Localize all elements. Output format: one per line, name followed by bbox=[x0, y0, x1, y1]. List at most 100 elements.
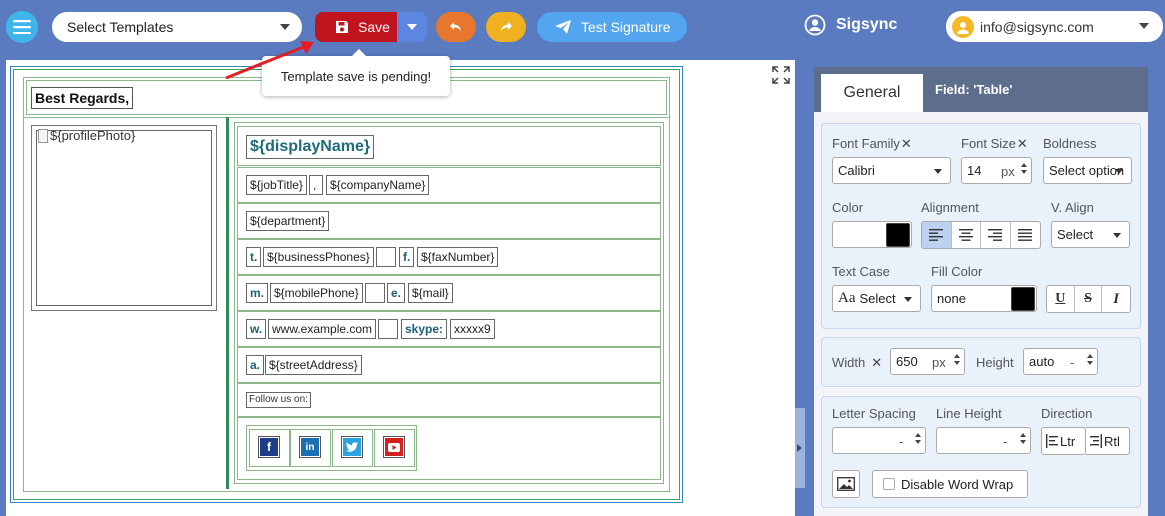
mobile-label[interactable]: m. bbox=[246, 283, 269, 303]
rtl-icon bbox=[1090, 434, 1102, 448]
height-label: Height bbox=[976, 355, 1014, 370]
stepper-icon[interactable] bbox=[1021, 163, 1027, 174]
disable-word-wrap-checkbox[interactable]: Disable Word Wrap bbox=[872, 470, 1028, 498]
company-name[interactable]: ${companyName} bbox=[326, 175, 430, 195]
font-size-label: Font Size✕ bbox=[961, 136, 1028, 151]
font-size-input[interactable]: 14 px bbox=[961, 157, 1032, 184]
profile-photo-text: ${profilePhoto} bbox=[50, 128, 136, 143]
profile-photo-alt: ${profilePhoto} bbox=[38, 128, 135, 143]
italic-button[interactable]: I bbox=[1102, 286, 1130, 312]
twitter-link[interactable] bbox=[341, 436, 363, 458]
background-image-button[interactable] bbox=[832, 470, 860, 498]
street-address[interactable]: ${streetAddress} bbox=[265, 355, 362, 375]
column-divider bbox=[226, 117, 229, 489]
align-justify-button[interactable] bbox=[1011, 222, 1040, 248]
width-label: Width ✕ bbox=[832, 355, 883, 370]
width-unit: px bbox=[932, 355, 946, 370]
color-label: Color bbox=[832, 200, 864, 215]
address-label[interactable]: a. bbox=[246, 355, 265, 375]
rtl-label: Rtl bbox=[1104, 433, 1120, 449]
mail[interactable]: ${mail} bbox=[408, 283, 453, 303]
font-family-select[interactable]: Calibri bbox=[832, 157, 951, 184]
save-button[interactable]: Save bbox=[315, 12, 397, 42]
save-options-button[interactable] bbox=[397, 12, 427, 42]
italic-icon: I bbox=[1113, 290, 1120, 307]
underline-button[interactable]: U bbox=[1047, 286, 1075, 312]
align-center-icon bbox=[958, 229, 973, 241]
display-name[interactable]: ${displayName} bbox=[246, 135, 375, 159]
boldness-select[interactable]: Select option bbox=[1043, 157, 1132, 184]
skype-label[interactable]: skype: bbox=[401, 319, 448, 339]
stepper-icon[interactable] bbox=[1087, 354, 1093, 365]
mobile-phone[interactable]: ${mobilePhone} bbox=[270, 283, 363, 303]
ltr-icon bbox=[1046, 434, 1058, 448]
strikethrough-button[interactable]: S bbox=[1075, 286, 1103, 312]
text-style-group: U S I bbox=[1046, 285, 1131, 313]
text-case-icon: Aa bbox=[838, 290, 856, 306]
empty-spacer[interactable] bbox=[376, 247, 396, 267]
test-signature-button[interactable]: Test Signature bbox=[537, 12, 687, 42]
alignment-group bbox=[921, 221, 1041, 249]
tab-general[interactable]: General bbox=[821, 74, 923, 112]
template-select-value: Select Templates bbox=[67, 19, 174, 35]
chevron-down-icon bbox=[1115, 169, 1123, 174]
text-case-value: Select bbox=[859, 291, 896, 306]
letter-spacing-input[interactable]: - bbox=[832, 427, 926, 454]
floppy-disk-icon bbox=[336, 21, 348, 33]
line-height-input[interactable]: - bbox=[936, 427, 1031, 454]
color-swatch[interactable] bbox=[886, 223, 910, 247]
youtube-link[interactable] bbox=[383, 436, 405, 458]
fax-number[interactable]: ${faxNumber} bbox=[417, 247, 499, 267]
panel-collapse-handle[interactable] bbox=[795, 408, 805, 488]
height-input[interactable]: auto - bbox=[1023, 348, 1098, 375]
comma-separator[interactable]: , bbox=[309, 175, 323, 195]
chevron-down-icon bbox=[407, 24, 417, 30]
empty-spacer[interactable] bbox=[378, 319, 398, 339]
height-unit: - bbox=[1070, 355, 1075, 370]
image-icon bbox=[837, 477, 855, 491]
skype[interactable]: xxxxx9 bbox=[450, 319, 495, 339]
profile-photo[interactable] bbox=[36, 130, 212, 306]
user-avatar-icon bbox=[957, 21, 969, 34]
facebook-link[interactable]: f bbox=[258, 436, 280, 458]
website-label[interactable]: w. bbox=[246, 319, 267, 339]
job-title[interactable]: ${jobTitle} bbox=[246, 175, 307, 195]
fax-label[interactable]: f. bbox=[399, 247, 415, 267]
undo-button[interactable] bbox=[436, 12, 476, 42]
stepper-icon[interactable] bbox=[915, 433, 921, 444]
menu-button[interactable] bbox=[6, 11, 38, 43]
align-right-button[interactable] bbox=[981, 222, 1011, 248]
align-left-icon bbox=[929, 229, 944, 241]
regards-text[interactable]: Best Regards, bbox=[31, 87, 134, 109]
underline-icon: U bbox=[1055, 291, 1066, 306]
align-center-button[interactable] bbox=[952, 222, 981, 248]
stepper-icon[interactable] bbox=[954, 354, 960, 365]
text-case-select[interactable]: Aa Select bbox=[832, 285, 921, 312]
valign-select[interactable]: Select bbox=[1051, 221, 1130, 248]
fullscreen-button[interactable] bbox=[770, 64, 792, 89]
email-label[interactable]: e. bbox=[387, 283, 406, 303]
clear-icon[interactable]: ✕ bbox=[871, 355, 882, 370]
stepper-icon[interactable] bbox=[1020, 433, 1026, 444]
linkedin-link[interactable]: in bbox=[299, 436, 321, 458]
website[interactable]: www.example.com bbox=[268, 319, 377, 339]
follow-us-text[interactable]: Follow us on: bbox=[246, 392, 311, 408]
width-input[interactable]: 650 px bbox=[890, 348, 965, 375]
ltr-button[interactable]: Ltr bbox=[1041, 427, 1086, 455]
fill-color-label: Fill Color bbox=[931, 264, 983, 279]
empty-spacer[interactable] bbox=[365, 283, 385, 303]
department[interactable]: ${department} bbox=[246, 211, 330, 231]
phone-label[interactable]: t. bbox=[246, 247, 262, 267]
clear-icon[interactable]: ✕ bbox=[901, 136, 912, 151]
account-dropdown[interactable]: info@sigsync.com bbox=[946, 11, 1163, 42]
rtl-button[interactable]: Rtl bbox=[1086, 427, 1130, 455]
redo-button[interactable] bbox=[486, 12, 526, 42]
align-justify-icon bbox=[1018, 229, 1033, 241]
align-right-icon bbox=[988, 229, 1003, 241]
clear-icon[interactable]: ✕ bbox=[1017, 136, 1028, 151]
chevron-down-icon bbox=[904, 297, 912, 302]
bird-icon bbox=[346, 442, 358, 452]
fill-color-swatch[interactable] bbox=[1011, 287, 1035, 311]
business-phones[interactable]: ${businessPhones} bbox=[263, 247, 374, 267]
align-left-button[interactable] bbox=[922, 222, 952, 248]
